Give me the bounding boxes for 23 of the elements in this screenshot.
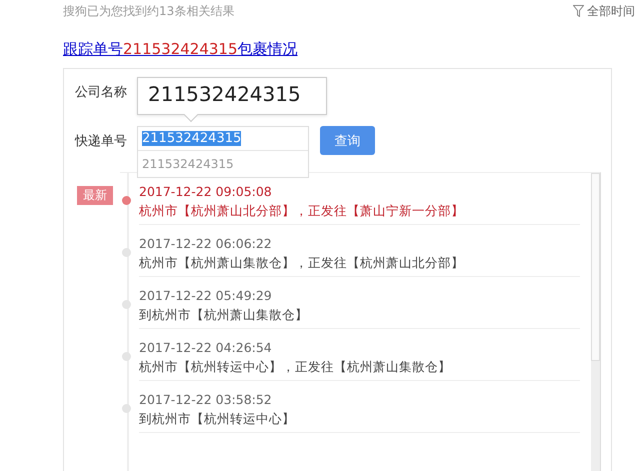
event-text: 杭州市【杭州转运中心】，正发往【杭州萧山集散仓】 [139, 359, 452, 376]
company-field[interactable]: 211532424315 [137, 77, 327, 115]
event-text: 杭州市【杭州萧山北分部】，正发往【萧山宁新一分部】 [139, 203, 465, 220]
company-label: 公司名称 [75, 84, 128, 101]
event-text: 到杭州市【杭州萧山集散仓】 [139, 307, 309, 324]
event-time: 2017-12-22 05:49:29 [139, 288, 273, 303]
result-count: 搜狗已为您找到约13条相关结果 [63, 2, 234, 20]
event-time: 2017-12-22 03:58:52 [139, 392, 273, 407]
query-button[interactable]: 查询 [320, 126, 375, 155]
event-time: 2017-12-22 04:26:54 [139, 340, 273, 355]
filter-icon [573, 5, 584, 17]
event-time: 2017-12-22 06:06:22 [139, 236, 273, 251]
tracking-number-field[interactable]: 211532424315 [138, 127, 308, 151]
timeline-dot [122, 196, 131, 205]
event-text: 到杭州市【杭州转运中心】 [139, 411, 296, 428]
event-time: 2017-12-22 09:05:08 [139, 184, 273, 199]
scrollbar-thumb[interactable] [591, 173, 600, 361]
latest-badge: 最新 [77, 186, 113, 205]
time-filter[interactable]: 全部时间 [573, 2, 635, 20]
scrollbar[interactable] [591, 173, 600, 471]
number-label: 快递单号 [75, 133, 128, 150]
tracking-title-link[interactable]: 跟踪单号211532424315包裹情况 [63, 40, 298, 59]
event-text: 杭州市【杭州萧山集散仓】，正发往【杭州萧山北分部】 [139, 255, 465, 272]
